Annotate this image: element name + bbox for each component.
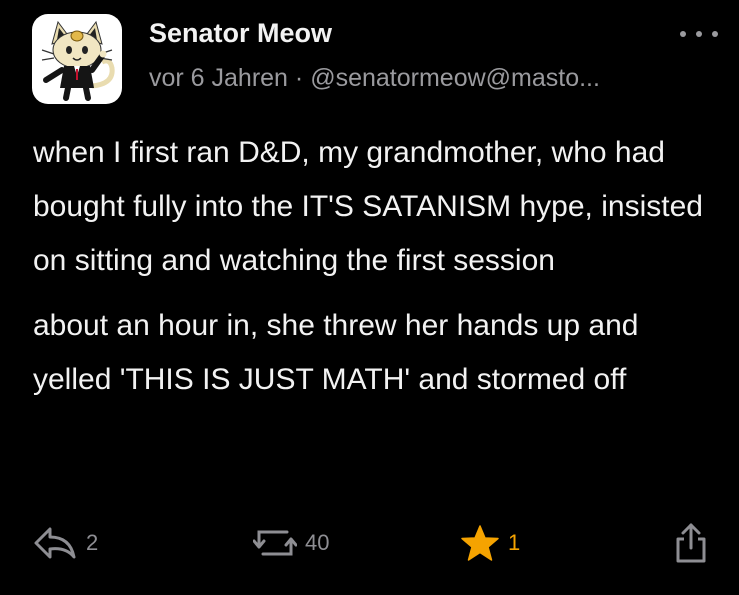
reply-icon (34, 527, 76, 559)
share-button[interactable] (673, 522, 709, 564)
avatar[interactable] (32, 14, 122, 104)
boost-button[interactable]: 40 (253, 522, 329, 564)
display-name[interactable]: Senator Meow (149, 18, 332, 49)
post-content: when I first ran D&D, my grandmother, wh… (33, 126, 723, 407)
meta-separator: · (294, 64, 304, 92)
reply-button[interactable]: 2 (32, 522, 98, 564)
post-paragraph: when I first ran D&D, my grandmother, wh… (33, 136, 703, 277)
favourite-count: 1 (508, 530, 521, 555)
star-icon (461, 525, 499, 561)
post-paragraph: about an hour in, she threw her hands up… (33, 309, 639, 396)
cat-avatar-icon (41, 20, 115, 101)
favourite-button[interactable]: 1 (460, 522, 520, 564)
post-meta: vor 6 Jahren · @senatormeow@masto... (149, 64, 600, 93)
more-options-button[interactable] (677, 24, 721, 44)
reply-count: 2 (86, 530, 99, 555)
account-handle[interactable]: @senatormeow@masto... (310, 64, 600, 92)
boost-icon (253, 530, 297, 556)
more-options-icon (680, 31, 718, 37)
boost-count: 40 (305, 530, 330, 555)
share-icon (676, 523, 706, 563)
timestamp[interactable]: vor 6 Jahren (149, 64, 288, 92)
